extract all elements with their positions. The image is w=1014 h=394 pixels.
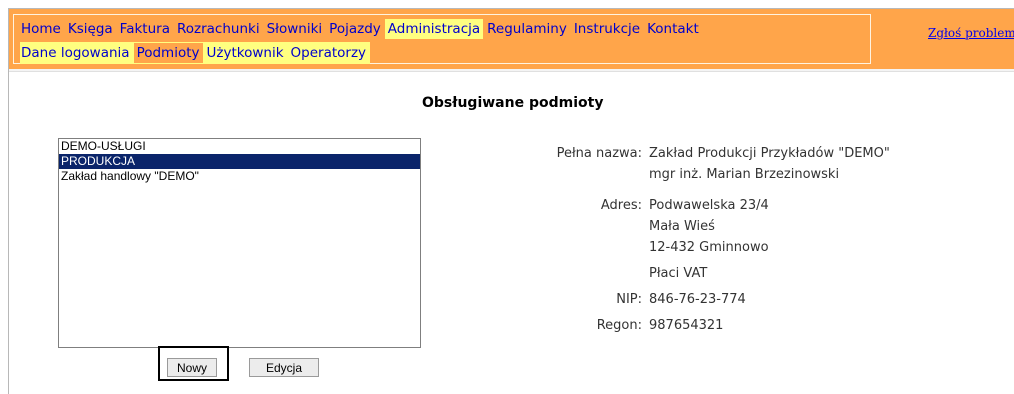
new-button[interactable]: Nowy	[167, 358, 217, 377]
menu-item-ksiega[interactable]: Księga	[65, 19, 116, 39]
page-title: Obsługiwane podmioty	[422, 95, 604, 111]
address-street-value: Podwawelska 23/4	[649, 198, 769, 213]
menu-item-pojazdy[interactable]: Pojazdy	[326, 19, 384, 39]
list-item[interactable]: DEMO-USŁUGI	[59, 139, 420, 154]
vat-status-value: Płaci VAT	[649, 266, 708, 281]
submenu-item-podmioty[interactable]: Podmioty	[133, 43, 203, 63]
menu-item-regulaminy[interactable]: Regulaminy	[484, 19, 570, 39]
entity-listbox[interactable]: DEMO-USŁUGI PRODUKCJA Zakład handlowy "D…	[58, 138, 421, 348]
report-problem-link[interactable]: Zgłoś problem	[928, 26, 1014, 40]
menu-item-instrukcje[interactable]: Instrukcje	[571, 19, 643, 39]
submenu-item-dane-logowania[interactable]: Dane logowania	[20, 43, 133, 63]
menu-item-rozrachunki[interactable]: Rozrachunki	[174, 19, 263, 39]
nip-value: 846-76-23-774	[649, 292, 746, 307]
nip-label: NIP:	[616, 292, 642, 307]
regon-value: 987654321	[649, 318, 724, 333]
edit-button[interactable]: Edycja	[249, 358, 319, 377]
main-menu: Home Księga Faktura Rozrachunki Słowniki…	[13, 14, 871, 64]
regon-label: Regon:	[596, 318, 642, 333]
list-item[interactable]: Zakład handlowy "DEMO"	[59, 169, 420, 184]
top-navigation-bar: Home Księga Faktura Rozrachunki Słowniki…	[9, 9, 1014, 69]
contact-person-value: mgr inż. Marian Brzezinowski	[649, 167, 840, 182]
address-postal-value: 12-432 Gminnowo	[649, 240, 769, 255]
menu-item-slowniki[interactable]: Słowniki	[264, 19, 326, 39]
list-item[interactable]: PRODUKCJA	[59, 154, 420, 169]
full-name-value: Zakład Produkcji Przykładów "DEMO"	[649, 146, 890, 161]
header-divider	[9, 69, 1014, 72]
primary-menu-row: Home Księga Faktura Rozrachunki Słowniki…	[20, 18, 703, 40]
menu-item-home[interactable]: Home	[20, 19, 64, 39]
menu-item-kontakt[interactable]: Kontakt	[644, 19, 702, 39]
submenu-item-operatorzy[interactable]: Operatorzy	[288, 43, 370, 63]
address-label: Adres:	[600, 198, 642, 213]
submenu-item-uzytkownik[interactable]: Użytkownik	[204, 43, 287, 63]
menu-item-faktura[interactable]: Faktura	[117, 19, 173, 39]
full-name-label: Pełna nazwa:	[556, 146, 642, 161]
secondary-menu-row: Dane logowania Podmioty Użytkownik Opera…	[20, 42, 371, 64]
address-city-value: Mała Wieś	[649, 219, 715, 234]
menu-item-administracja[interactable]: Administracja	[384, 19, 484, 39]
